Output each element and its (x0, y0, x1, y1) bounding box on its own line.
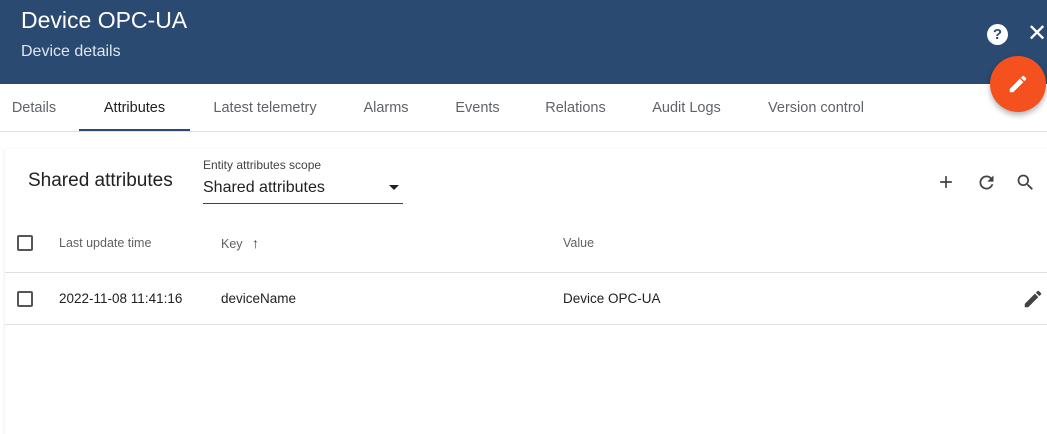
help-icon[interactable]: ? (987, 24, 1008, 45)
close-icon[interactable]: ✕ (1026, 20, 1047, 48)
column-header-value: Value (563, 236, 595, 250)
tab-attributes[interactable]: Attributes (79, 84, 190, 132)
add-icon (940, 176, 952, 188)
tab-bar: Details Attributes Latest telemetry Alar… (0, 84, 1047, 132)
search-icon (1017, 174, 1033, 190)
edit-icon (1024, 290, 1042, 308)
tab-alarms[interactable]: Alarms (350, 84, 422, 132)
details-header: Device OPC-UA Device details ? ✕ (0, 0, 1047, 84)
cell-key: deviceName (221, 291, 297, 306)
tab-relations[interactable]: Relations (533, 84, 618, 132)
tab-version-control[interactable]: Version control (755, 84, 877, 132)
row-divider (5, 324, 1047, 325)
header-divider (5, 272, 1047, 273)
scope-value: Shared attributes (203, 179, 325, 196)
refresh-icon (978, 174, 993, 189)
row-edit-button[interactable] (1021, 287, 1045, 311)
tab-latest-telemetry[interactable]: Latest telemetry (200, 84, 330, 132)
column-header-key[interactable]: Key ↑ (221, 234, 259, 253)
edit-icon (1009, 75, 1027, 93)
cell-last-update: 2022-11-08 11:41:16 (59, 291, 183, 306)
cell-value: Device OPC-UA (563, 291, 661, 306)
column-header-key-label: Key (221, 237, 243, 251)
row-checkbox[interactable] (17, 291, 33, 307)
sort-arrow-up-icon: ↑ (252, 235, 260, 251)
edit-fab-button[interactable] (990, 56, 1046, 112)
select-all-checkbox[interactable] (17, 235, 33, 251)
dropdown-arrow-icon (389, 185, 399, 190)
tab-details[interactable]: Details (0, 84, 68, 132)
column-header-last-update[interactable]: Last update time (59, 234, 151, 252)
search-button[interactable] (1012, 169, 1038, 195)
scope-label: Entity attributes scope (203, 158, 322, 172)
tab-events[interactable]: Events (440, 84, 515, 132)
scope-select[interactable]: Shared attributes (203, 176, 403, 204)
page-title: Device OPC-UA (21, 7, 188, 33)
panel-title: Shared attributes (28, 170, 173, 191)
refresh-button[interactable] (973, 169, 999, 195)
page-subtitle: Device details (21, 43, 121, 60)
add-attribute-button[interactable] (933, 169, 959, 195)
active-tab-indicator (79, 129, 190, 131)
tab-audit-logs[interactable]: Audit Logs (640, 84, 733, 132)
